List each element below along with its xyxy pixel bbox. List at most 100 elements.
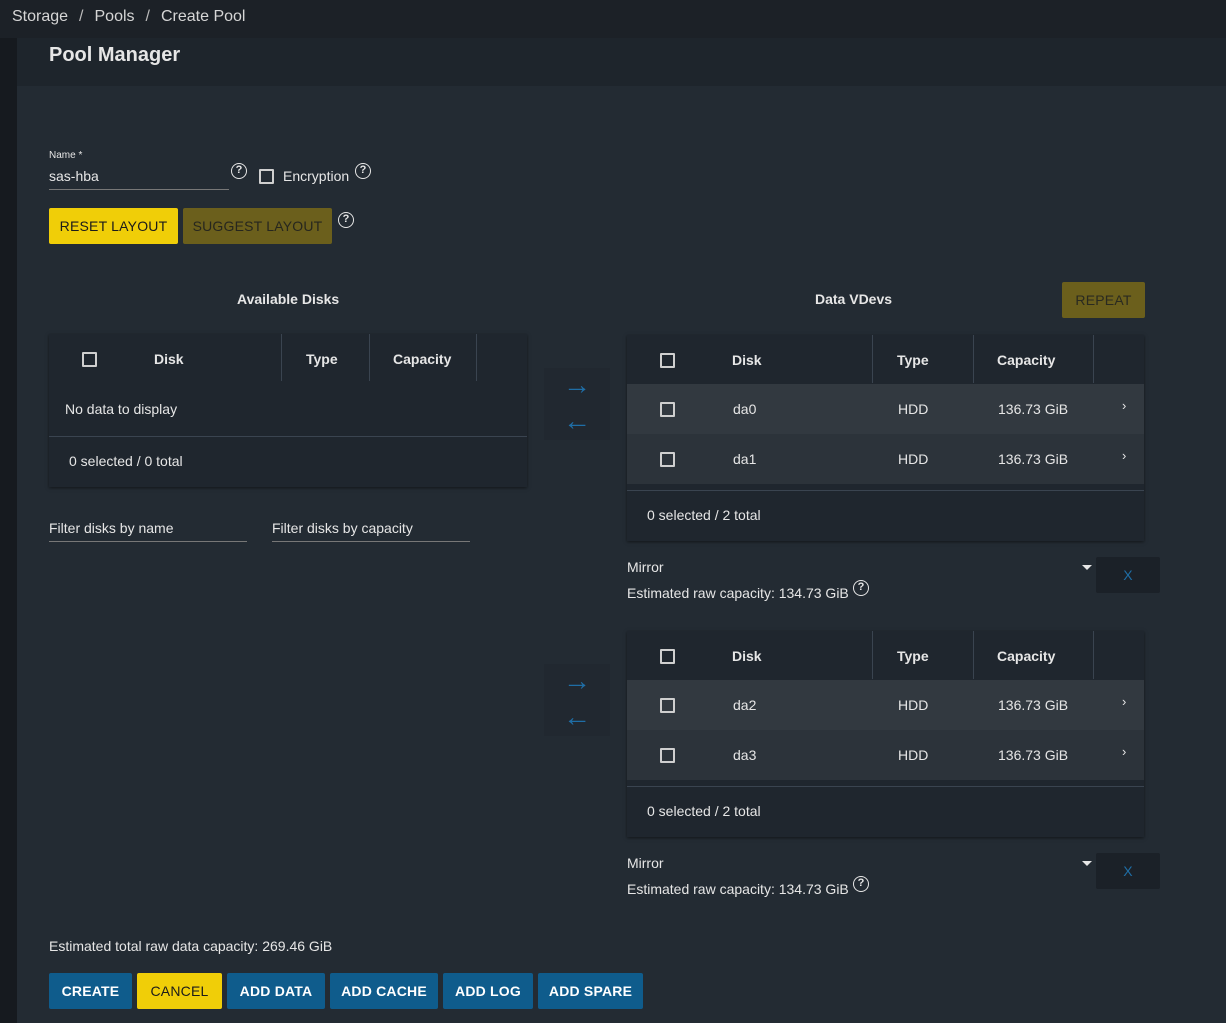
column-divider <box>872 631 873 679</box>
filter-by-name-input[interactable]: Filter disks by name <box>49 520 173 536</box>
move-left-icon[interactable]: ← <box>563 703 591 731</box>
disk-name: da2 <box>733 697 757 713</box>
encryption-checkbox[interactable] <box>259 169 274 184</box>
chevron-down-icon[interactable] <box>1082 565 1092 570</box>
disk-capacity: 136.73 GiB <box>998 697 1069 713</box>
vdev-layout-select[interactable]: Mirror <box>627 559 664 575</box>
total-estimated-capacity: Estimated total raw data capacity: 269.4… <box>49 938 333 954</box>
column-divider <box>1093 631 1094 679</box>
column-divider <box>1093 335 1094 383</box>
vdev-layout-select[interactable]: Mirror <box>627 855 664 871</box>
column-divider <box>973 335 974 383</box>
encryption-label: Encryption <box>283 168 350 184</box>
select-all-checkbox[interactable] <box>660 649 675 664</box>
breadcrumb: Storage / Pools / Create Pool <box>12 8 245 26</box>
table-row[interactable]: da3 HDD 136.73 GiB › <box>627 730 1144 780</box>
selection-count: 0 selected / 2 total <box>647 803 761 819</box>
table-divider <box>627 786 1144 787</box>
column-divider <box>369 334 370 381</box>
add-spare-button[interactable]: ADD SPARE <box>538 973 643 1009</box>
column-header-capacity[interactable]: Capacity <box>997 352 1055 368</box>
row-checkbox[interactable] <box>660 452 675 467</box>
page-title: Pool Manager <box>49 44 181 66</box>
chevron-right-icon[interactable]: › <box>1122 448 1126 463</box>
column-divider <box>281 334 282 381</box>
empty-table-message: No data to display <box>65 401 178 417</box>
column-header-disk[interactable]: Disk <box>732 648 762 664</box>
chevron-down-icon[interactable] <box>1082 861 1092 866</box>
help-icon[interactable]: ? <box>355 163 371 179</box>
column-header-disk[interactable]: Disk <box>154 351 184 367</box>
disk-type: HDD <box>898 451 929 467</box>
disk-type: HDD <box>898 401 929 417</box>
table-divider <box>49 436 527 437</box>
remove-vdev-button[interactable]: X <box>1096 557 1160 593</box>
filter-capacity-underline <box>272 541 470 542</box>
remove-vdev-button[interactable]: X <box>1096 853 1160 889</box>
table-row[interactable]: da1 HDD 136.73 GiB › <box>627 434 1144 484</box>
vdev-estimated-capacity: Estimated raw capacity: 134.73 GiB <box>627 585 849 601</box>
add-cache-button[interactable]: ADD CACHE <box>330 973 438 1009</box>
breadcrumb-pools[interactable]: Pools <box>95 8 135 25</box>
column-divider <box>872 335 873 383</box>
column-header-disk[interactable]: Disk <box>732 352 762 368</box>
repeat-button[interactable]: REPEAT <box>1062 282 1145 318</box>
chevron-right-icon[interactable]: › <box>1122 398 1126 413</box>
move-left-icon[interactable]: ← <box>563 407 591 435</box>
vdev-2-table: Disk Type Capacity da2 HDD 136.73 GiB › … <box>627 631 1144 837</box>
column-header-type[interactable]: Type <box>306 351 338 367</box>
create-button[interactable]: CREATE <box>49 973 132 1009</box>
disk-name: da1 <box>733 451 757 467</box>
add-log-button[interactable]: ADD LOG <box>443 973 533 1009</box>
column-divider <box>476 334 477 381</box>
card-header <box>17 38 1226 86</box>
name-field-label: Name * <box>49 150 83 161</box>
move-right-icon[interactable]: → <box>563 667 591 695</box>
select-all-checkbox[interactable] <box>660 353 675 368</box>
column-header-capacity[interactable]: Capacity <box>393 351 451 367</box>
disk-name: da0 <box>733 401 757 417</box>
chevron-right-icon[interactable]: › <box>1122 744 1126 759</box>
disk-type: HDD <box>898 697 929 713</box>
name-input[interactable]: sas-hba <box>49 168 99 184</box>
add-data-button[interactable]: ADD DATA <box>227 973 325 1009</box>
row-checkbox[interactable] <box>660 402 675 417</box>
vdev-estimated-capacity: Estimated raw capacity: 134.73 GiB <box>627 881 849 897</box>
reset-layout-button[interactable]: RESET LAYOUT <box>49 208 178 244</box>
filter-name-underline <box>49 541 247 542</box>
breadcrumb-create-pool: Create Pool <box>160 8 246 25</box>
name-input-underline <box>49 189 229 190</box>
column-divider <box>973 631 974 679</box>
table-row[interactable]: da0 HDD 136.73 GiB › <box>627 384 1144 434</box>
transfer-buttons: → ← <box>544 664 610 736</box>
disk-capacity: 136.73 GiB <box>998 747 1069 763</box>
breadcrumb-separator: / <box>145 8 150 25</box>
available-disks-title: Available Disks <box>237 291 340 307</box>
select-all-checkbox[interactable] <box>82 352 97 367</box>
cancel-button[interactable]: CANCEL <box>137 973 222 1009</box>
help-icon[interactable]: ? <box>338 212 354 228</box>
column-header-type[interactable]: Type <box>897 352 929 368</box>
row-checkbox[interactable] <box>660 748 675 763</box>
suggest-layout-button[interactable]: SUGGEST LAYOUT <box>183 208 332 244</box>
help-icon[interactable]: ? <box>853 580 869 596</box>
chevron-right-icon[interactable]: › <box>1122 694 1126 709</box>
help-icon[interactable]: ? <box>231 163 247 179</box>
disk-name: da3 <box>733 747 757 763</box>
column-header-type[interactable]: Type <box>897 648 929 664</box>
row-checkbox[interactable] <box>660 698 675 713</box>
table-divider <box>627 490 1144 491</box>
table-row[interactable]: da2 HDD 136.73 GiB › <box>627 680 1144 730</box>
disk-capacity: 136.73 GiB <box>998 451 1069 467</box>
disk-capacity: 136.73 GiB <box>998 401 1069 417</box>
help-icon[interactable]: ? <box>853 876 869 892</box>
breadcrumb-separator: / <box>79 8 84 25</box>
available-disks-table: Disk Type Capacity No data to display 0 … <box>49 334 527 487</box>
data-vdevs-title: Data VDevs <box>815 291 893 307</box>
selection-count: 0 selected / 2 total <box>647 507 761 523</box>
move-right-icon[interactable]: → <box>563 371 591 399</box>
column-header-capacity[interactable]: Capacity <box>997 648 1055 664</box>
vdev-1-table: Disk Type Capacity da0 HDD 136.73 GiB › … <box>627 335 1144 541</box>
breadcrumb-storage[interactable]: Storage <box>12 8 68 25</box>
filter-by-capacity-input[interactable]: Filter disks by capacity <box>272 520 413 536</box>
